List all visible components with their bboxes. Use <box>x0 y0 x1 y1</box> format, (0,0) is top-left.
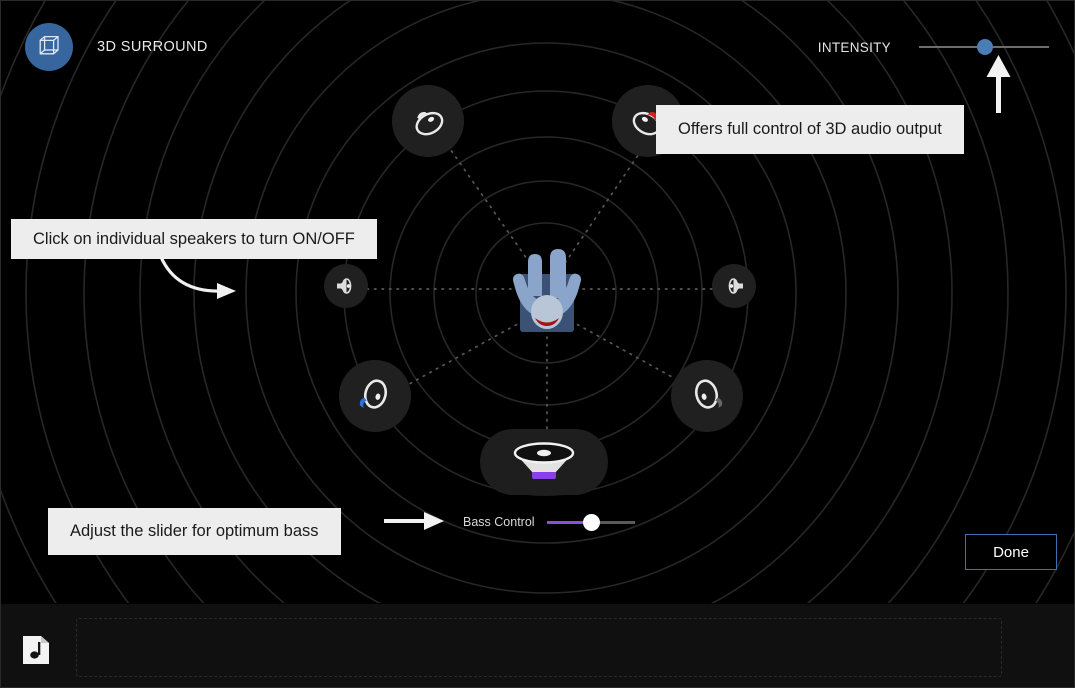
listener-avatar <box>506 244 588 336</box>
bass-slider[interactable] <box>546 514 635 531</box>
player-bar: Drag and drop songs to play Search <box>1 603 1074 687</box>
listener-figure-icon <box>513 249 581 332</box>
side-right-speaker[interactable] <box>712 264 756 308</box>
done-button-label: Done <box>993 543 1029 561</box>
cube-3d-icon <box>39 35 59 55</box>
subwoofer-cone-icon <box>513 442 575 479</box>
callout-intensity-text: Offers full control of 3D audio output <box>678 120 942 138</box>
speaker-volume-icon <box>728 278 743 294</box>
music-note-icon[interactable] <box>23 632 49 664</box>
speaker-cone-icon <box>359 379 388 409</box>
callout-speakers-arrow <box>159 256 236 299</box>
intensity-label: INTENSITY <box>817 40 891 55</box>
surround-stage: 3D SURROUND INTENSITY Bass Control Click… <box>1 1 1074 605</box>
callout-bass-arrow <box>384 512 444 530</box>
rear-left-speaker[interactable] <box>339 360 411 432</box>
callout-intensity: Offers full control of 3D audio output <box>656 105 964 154</box>
speaker-cone-icon <box>415 111 444 136</box>
callout-speakers: Click on individual speakers to turn ON/… <box>11 219 377 259</box>
surround-app-window: 3D SURROUND INTENSITY Bass Control Click… <box>0 0 1075 688</box>
bass-control[interactable]: Bass Control <box>463 514 635 531</box>
callout-bass-text: Adjust the slider for optimum bass <box>70 522 319 540</box>
side-left-speaker[interactable] <box>324 264 368 308</box>
callout-speakers-text: Click on individual speakers to turn ON/… <box>33 229 355 248</box>
callout-bass: Adjust the slider for optimum bass <box>48 508 341 555</box>
rear-right-speaker[interactable] <box>671 360 743 432</box>
bass-slider-thumb[interactable] <box>582 514 600 531</box>
page-title: 3D SURROUND <box>97 39 208 55</box>
front-left-speaker[interactable] <box>392 85 464 157</box>
speaker-cone-icon <box>694 379 723 409</box>
intensity-slider-thumb[interactable] <box>977 39 993 55</box>
subwoofer[interactable] <box>480 429 608 495</box>
bass-control-label: Bass Control <box>463 515 535 529</box>
callout-intensity-arrow <box>986 55 1011 113</box>
done-button[interactable]: Done <box>965 534 1057 570</box>
drag-drop-zone[interactable] <box>76 618 1002 677</box>
intensity-slider[interactable] <box>919 39 1049 55</box>
speaker-volume-icon <box>337 278 352 294</box>
app-badge <box>25 23 73 71</box>
